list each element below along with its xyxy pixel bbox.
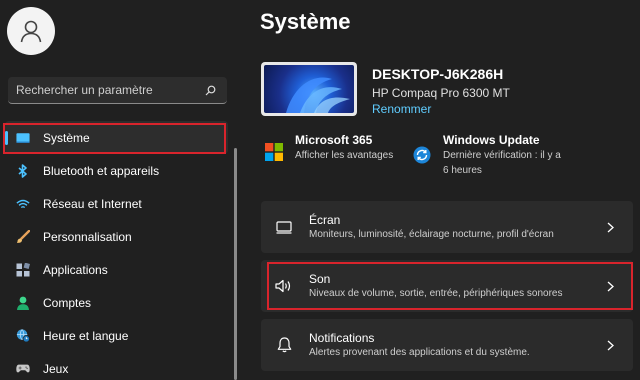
sidebar-item-label: Comptes <box>43 295 92 310</box>
sidebar-item-label: Personnalisation <box>43 229 132 244</box>
quick-text: Windows Update Dernière vérification : i… <box>443 132 563 178</box>
sidebar-item-label: Réseau et Internet <box>43 196 142 211</box>
page-title: Système <box>260 9 351 34</box>
card-subtitle: Alertes provenant des applications et du… <box>309 347 530 358</box>
quick-title: Microsoft 365 <box>295 133 373 147</box>
quick-subtitle: Dernière vérification : il y a 6 heures <box>443 150 561 176</box>
device-thumbnail <box>261 62 357 116</box>
search-placeholder: Rechercher un paramètre <box>16 83 153 97</box>
device-model: HP Compaq Pro 6300 MT <box>372 86 510 100</box>
card-text: Écran Moniteurs, luminosité, éclairage n… <box>309 212 607 242</box>
chevron-right-icon <box>607 340 617 351</box>
settings-card-notifications[interactable]: Notifications Alertes provenant des appl… <box>261 319 633 371</box>
rename-link[interactable]: Renommer <box>372 102 431 116</box>
wallpaper-bloom-image <box>264 65 354 113</box>
card-text: Notifications Alertes provenant des appl… <box>309 330 607 360</box>
wifi-icon <box>16 197 30 211</box>
quick-text: Microsoft 365 Afficher les avantages <box>295 132 393 163</box>
sidebar: Rechercher un paramètre Système Bluetoot… <box>0 0 240 380</box>
brush-icon <box>16 229 30 244</box>
chevron-right-icon <box>607 222 617 233</box>
card-title: Écran <box>309 213 341 227</box>
sidebar-item-comptes[interactable]: Comptes <box>0 286 240 319</box>
highlight-box-son <box>267 262 633 310</box>
highlight-box-systeme <box>3 123 226 154</box>
sidebar-item-bluetooth[interactable]: Bluetooth et appareils <box>0 154 240 187</box>
quick-windows-update[interactable]: Windows Update Dernière vérification : i… <box>413 132 563 178</box>
person-icon <box>16 296 30 310</box>
avatar[interactable] <box>7 7 55 55</box>
card-title: Notifications <box>309 331 375 345</box>
globe-clock-icon <box>16 329 30 343</box>
sync-icon <box>413 146 431 164</box>
search-input[interactable]: Rechercher un paramètre <box>8 77 227 104</box>
bell-icon <box>275 336 293 354</box>
sidebar-scrollbar[interactable] <box>234 148 237 380</box>
sidebar-item-label: Heure et langue <box>43 328 129 343</box>
sidebar-item-jeux[interactable]: Jeux <box>0 352 240 380</box>
quick-microsoft-365[interactable]: Microsoft 365 Afficher les avantages <box>265 132 405 163</box>
display-icon <box>275 218 293 236</box>
sidebar-item-label: Jeux <box>43 361 69 376</box>
gamepad-icon <box>16 362 30 376</box>
search-icon[interactable] <box>203 83 217 97</box>
sidebar-item-label: Bluetooth et appareils <box>43 163 160 178</box>
user-icon <box>20 20 42 43</box>
sidebar-item-applications[interactable]: Applications <box>0 253 240 286</box>
sidebar-item-label: Applications <box>43 262 108 277</box>
main-content: Système DESKTOP-J6K286H HP Compaq Pro 63… <box>240 0 640 380</box>
quick-subtitle: Afficher les avantages <box>295 150 394 161</box>
quick-title: Windows Update <box>443 133 540 147</box>
device-name: DESKTOP-J6K286H <box>372 66 504 82</box>
sidebar-nav: Système Bluetooth et appareils Réseau et… <box>0 121 240 380</box>
sidebar-item-reseau[interactable]: Réseau et Internet <box>0 187 240 220</box>
bluetooth-icon <box>16 163 30 178</box>
card-subtitle: Moniteurs, luminosité, éclairage nocturn… <box>309 229 554 240</box>
sidebar-item-personnalisation[interactable]: Personnalisation <box>0 220 240 253</box>
settings-card-ecran[interactable]: Écran Moniteurs, luminosité, éclairage n… <box>261 201 633 253</box>
microsoft-logo-icon <box>265 143 283 161</box>
sidebar-item-heure-langue[interactable]: Heure et langue <box>0 319 240 352</box>
apps-icon <box>16 262 30 277</box>
